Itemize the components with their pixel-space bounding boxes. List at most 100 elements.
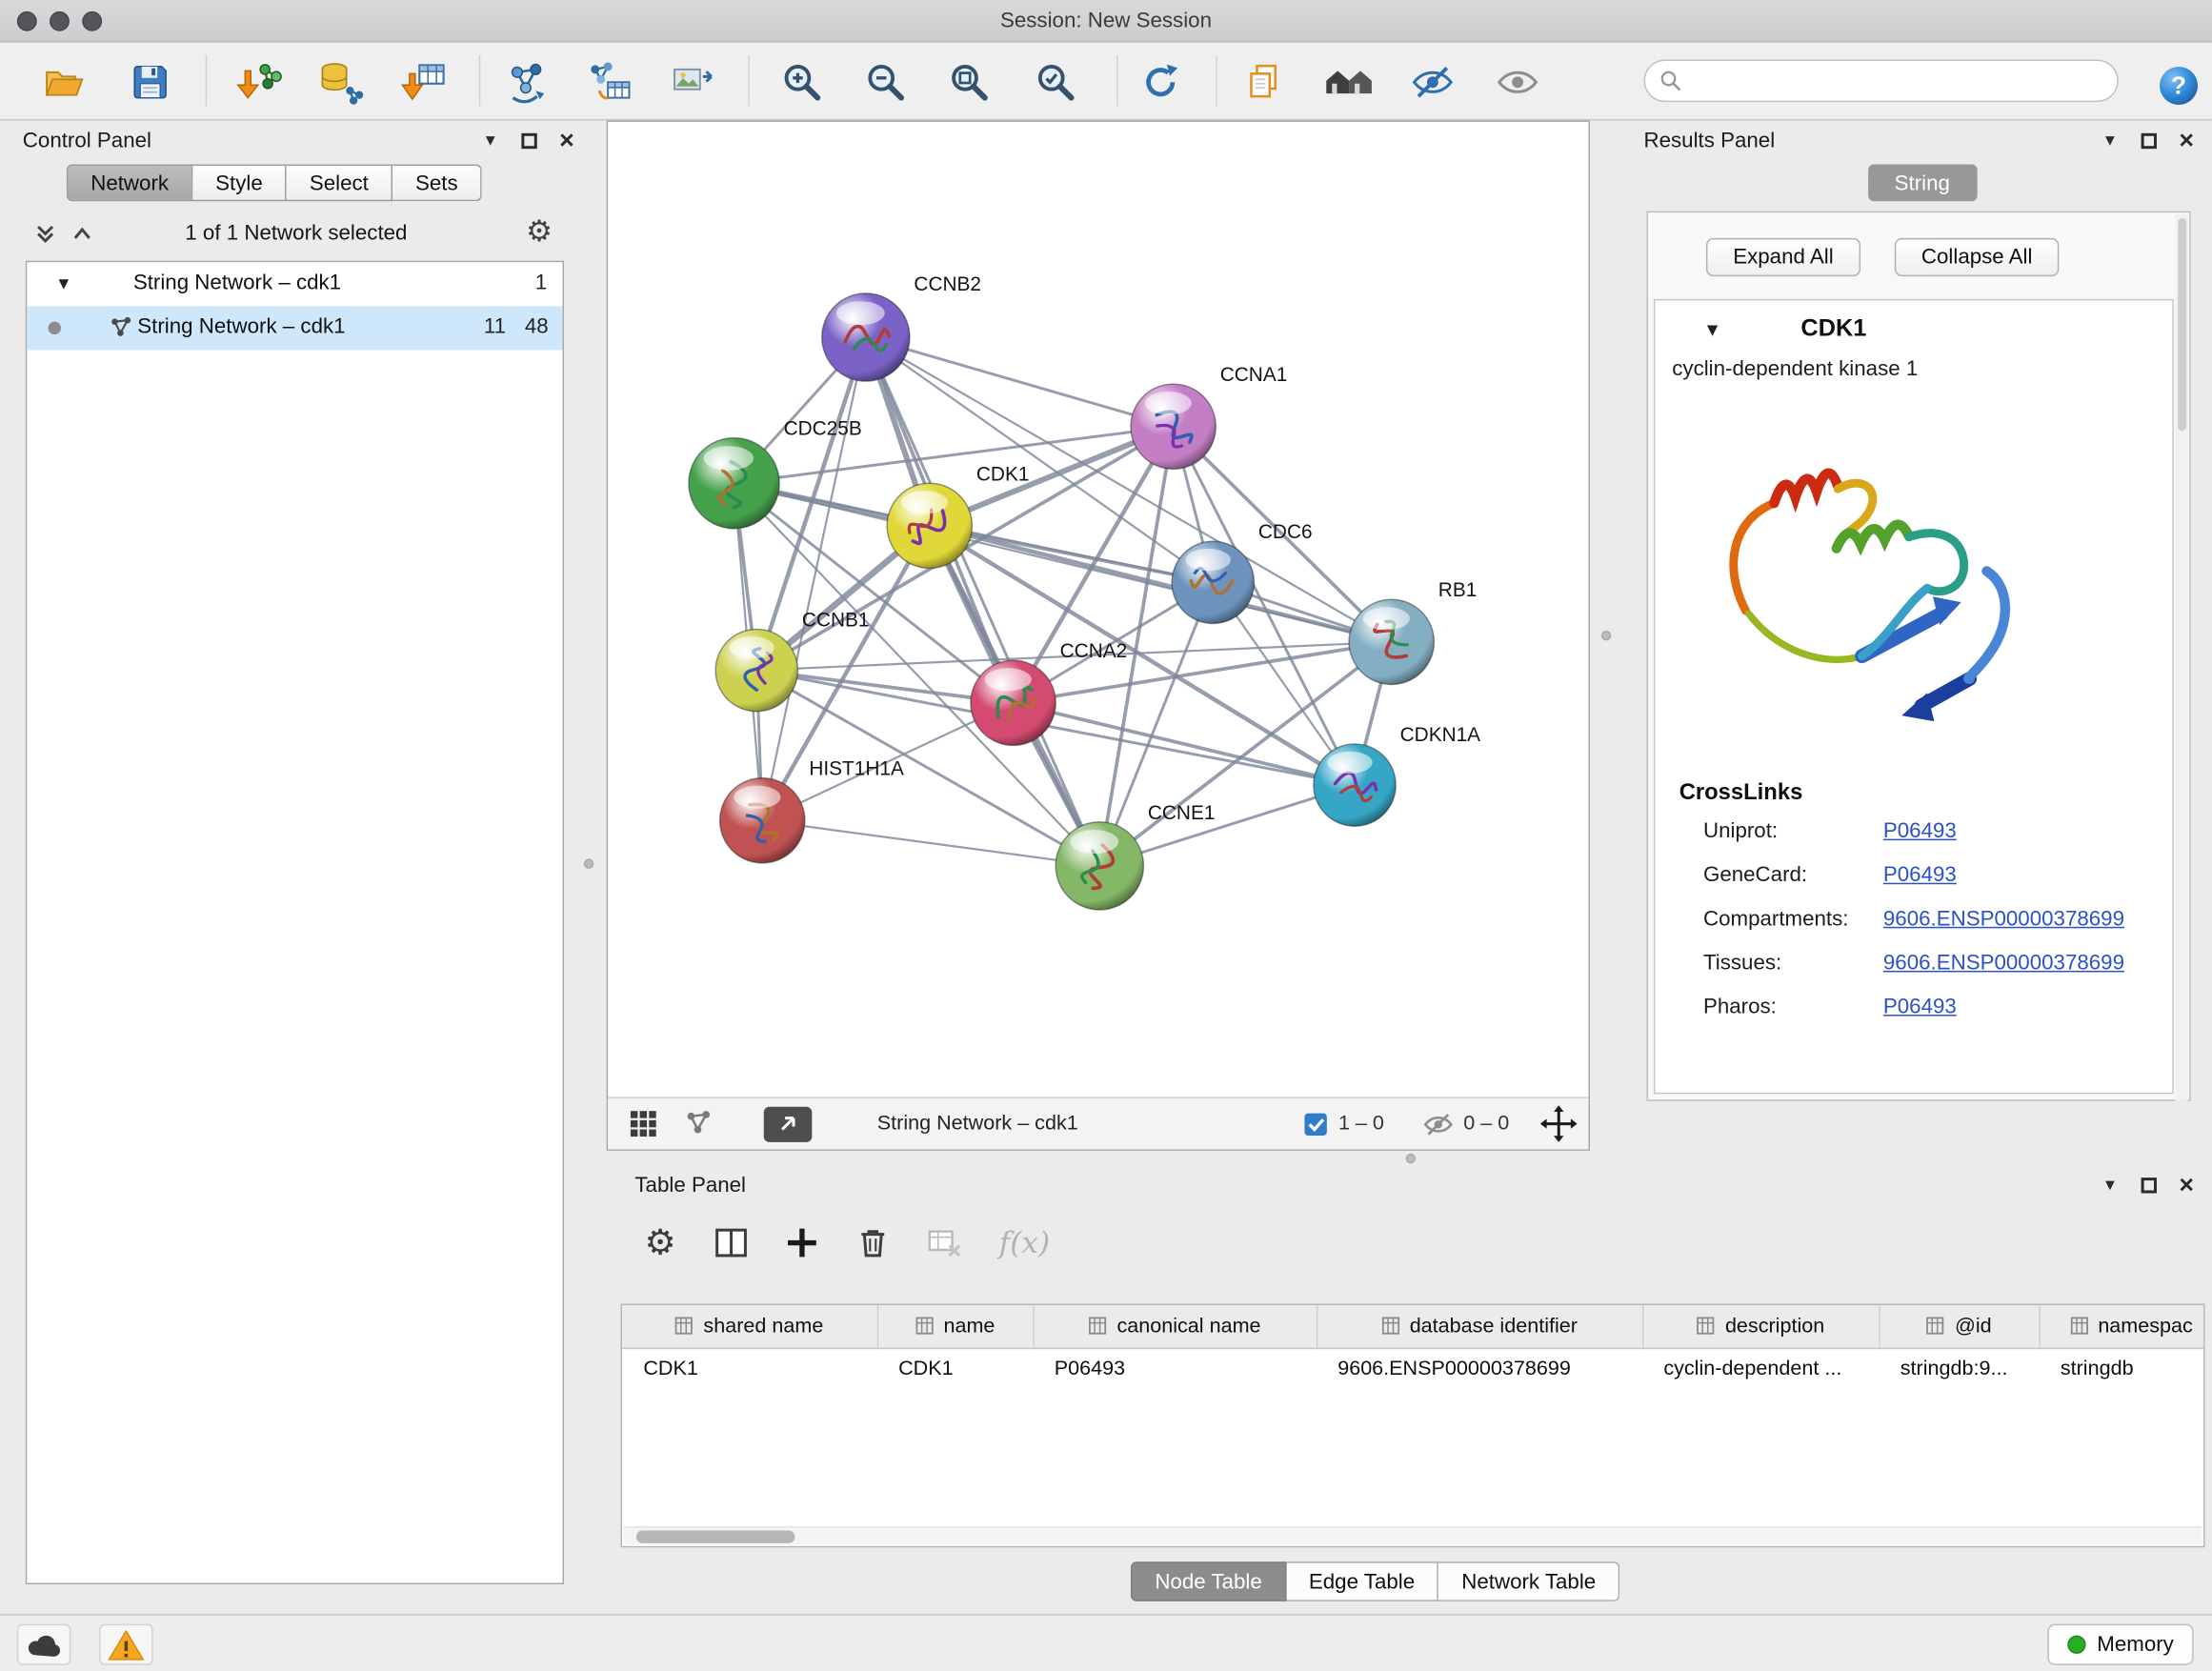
tab-style[interactable]: Style (192, 165, 287, 202)
table-row[interactable]: CDK1 CDK1 P06493 9606.ENSP00000378699 cy… (622, 1348, 2205, 1391)
column-header[interactable]: @id (1879, 1305, 2039, 1348)
cell-database-identifier[interactable]: 9606.ENSP00000378699 (1317, 1348, 1642, 1391)
crosslink-link[interactable]: P06493 (1883, 863, 1957, 887)
selected-checkbox-icon[interactable] (1300, 1109, 1330, 1138)
grid-view-icon[interactable] (628, 1108, 659, 1139)
float-panel-icon[interactable] (2136, 1172, 2162, 1198)
crosslink-link[interactable]: P06493 (1883, 995, 1957, 1018)
tab-network[interactable]: Network (67, 165, 192, 202)
panel-menu-icon[interactable]: ▾ (2098, 1172, 2123, 1198)
export-image-button[interactable] (662, 51, 724, 113)
collapse-all-button[interactable]: Collapse All (1895, 238, 2060, 276)
hidden-eye-icon[interactable] (1421, 1109, 1456, 1138)
tab-select[interactable]: Select (287, 165, 392, 202)
scrollbar-thumb[interactable] (636, 1531, 795, 1543)
first-neighbors-button[interactable] (1317, 51, 1379, 113)
column-header[interactable]: shared name (622, 1305, 877, 1348)
refresh-view-button[interactable] (1130, 51, 1192, 113)
show-columns-button[interactable] (710, 1218, 753, 1267)
tab-edge-table[interactable]: Edge Table (1286, 1561, 1438, 1601)
import-network-from-file-button[interactable] (228, 51, 290, 113)
tab-sets[interactable]: Sets (392, 165, 482, 202)
panel-menu-icon[interactable]: ▾ (477, 128, 503, 153)
network-edge[interactable] (1014, 703, 1355, 785)
show-all-button[interactable] (1486, 51, 1548, 113)
vertical-splitter[interactable] (1590, 120, 1633, 1164)
gene-disclosure-icon[interactable]: ▼ (1703, 318, 1721, 339)
crosslink-link[interactable]: 9606.ENSP00000378699 (1883, 951, 2124, 975)
zoom-out-button[interactable] (855, 51, 916, 113)
panel-menu-icon[interactable]: ▾ (2098, 128, 2123, 153)
node-table[interactable]: shared name name canonical name database… (621, 1304, 2205, 1548)
tab-string[interactable]: String (1867, 165, 1977, 202)
close-panel-icon[interactable]: × (554, 128, 580, 153)
cell-canonical-name[interactable]: P06493 (1033, 1348, 1317, 1391)
column-header[interactable]: canonical name (1033, 1305, 1317, 1348)
collection-disclosure-icon[interactable]: ▼ (55, 273, 72, 293)
table-options-button[interactable]: ⚙ (639, 1218, 682, 1267)
save-session-button[interactable] (119, 51, 181, 113)
import-table-from-file-button[interactable] (394, 51, 456, 113)
pan-crosshair-icon[interactable] (1540, 1105, 1578, 1142)
column-header[interactable]: database identifier (1317, 1305, 1642, 1348)
zoom-fit-icon (948, 61, 991, 104)
toolbar-search-input[interactable] (1692, 69, 2102, 92)
zoom-fit-button[interactable] (938, 51, 1000, 113)
zoom-in-button[interactable] (771, 51, 833, 113)
column-header[interactable]: namespac (2040, 1305, 2205, 1348)
column-header[interactable]: name (877, 1305, 1034, 1348)
crosslink-link[interactable]: P06493 (1883, 819, 1957, 843)
network-node-CCNA1[interactable]: CCNA1 (1131, 364, 1287, 469)
zoom-selected-button[interactable] (1024, 51, 1086, 113)
cell-description[interactable]: cyclin-dependent ... (1642, 1348, 1879, 1391)
column-header[interactable]: description (1642, 1305, 1879, 1348)
app-store-button[interactable] (17, 1624, 71, 1665)
tab-node-table[interactable]: Node Table (1131, 1561, 1286, 1601)
help-button[interactable]: ? (2147, 54, 2209, 116)
network-options-gear-icon[interactable]: ⚙ (526, 214, 553, 250)
expand-all-button[interactable]: Expand All (1706, 238, 1860, 276)
new-network-table-button[interactable] (578, 51, 640, 113)
close-panel-icon[interactable]: × (2174, 1172, 2200, 1198)
copy-button[interactable] (1233, 51, 1295, 113)
network-node-label: CDKN1A (1400, 724, 1481, 746)
network-edge[interactable] (930, 526, 1392, 642)
network-canvas[interactable]: CCNB2CCNA1CDC25BCDK1CDC6RB1CCNB1CCNA2CDK… (608, 122, 1588, 1097)
create-column-button[interactable] (781, 1218, 824, 1267)
hide-selected-button[interactable] (1401, 51, 1463, 113)
detach-view-button[interactable] (764, 1106, 813, 1141)
network-row[interactable]: String Network – cdk1 11 48 (27, 306, 562, 350)
network-view[interactable]: CCNB2CCNA1CDC25BCDK1CDC6RB1CCNB1CCNA2CDK… (607, 120, 1590, 1150)
float-panel-icon[interactable] (515, 128, 541, 153)
network-node-CDK1[interactable]: CDK1 (887, 463, 1029, 568)
collection-count: 1 (535, 271, 547, 294)
crosslink-link[interactable]: 9606.ENSP00000378699 (1883, 907, 2124, 931)
network-view-icon[interactable] (684, 1110, 713, 1138)
gene-entry-header[interactable]: ▼ CDK1 (1655, 300, 2172, 357)
network-edge[interactable] (866, 337, 1174, 427)
results-scrollbar[interactable] (2175, 214, 2187, 1101)
network-edge[interactable] (866, 337, 1099, 866)
network-node-HIST1H1A[interactable]: HIST1H1A (720, 758, 904, 863)
memory-button[interactable]: Memory (2047, 1624, 2193, 1665)
network-node-CCNB1[interactable]: CCNB1 (715, 609, 869, 711)
cell-id[interactable]: stringdb:9... (1879, 1348, 2039, 1391)
delete-column-button[interactable] (852, 1218, 895, 1267)
table-horizontal-scrollbar[interactable] (624, 1526, 2202, 1544)
open-session-button[interactable] (32, 51, 94, 113)
new-network-button[interactable] (496, 51, 558, 113)
network-edge[interactable] (762, 337, 866, 820)
close-panel-icon[interactable]: × (2174, 128, 2200, 153)
float-panel-icon[interactable] (2136, 128, 2162, 153)
panel-resize-handle[interactable] (584, 858, 593, 868)
cell-namespace[interactable]: stringdb (2040, 1348, 2205, 1391)
network-collection-row[interactable]: ▼ String Network – cdk1 1 (27, 262, 562, 306)
network-node-RB1[interactable]: RB1 (1349, 579, 1477, 684)
cell-name[interactable]: CDK1 (877, 1348, 1034, 1391)
network-node-CDKN1A[interactable]: CDKN1A (1314, 724, 1480, 826)
import-network-from-database-button[interactable] (309, 51, 371, 113)
network-edge[interactable] (762, 820, 1099, 866)
warnings-button[interactable] (99, 1624, 153, 1665)
tab-network-table[interactable]: Network Table (1438, 1561, 1619, 1601)
cell-shared-name[interactable]: CDK1 (622, 1348, 877, 1391)
